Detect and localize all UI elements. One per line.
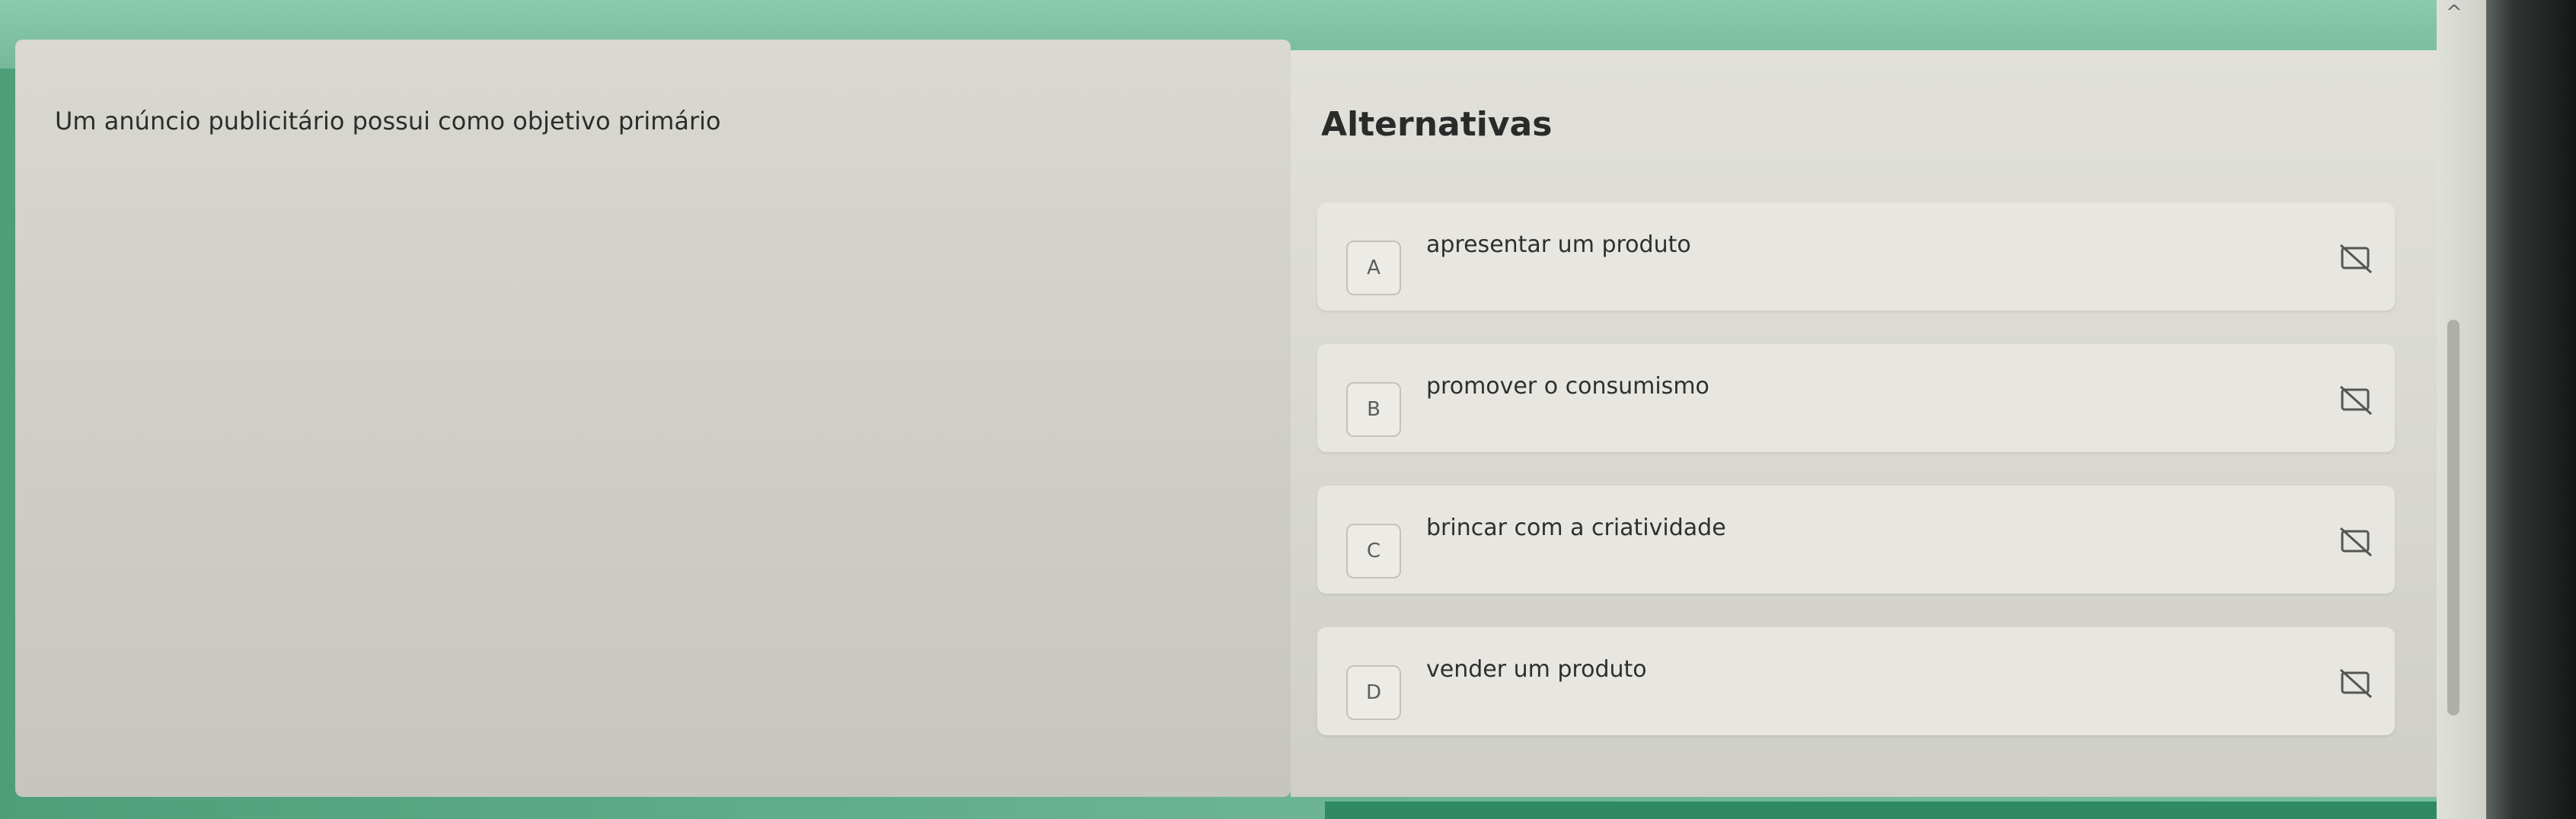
app-screen: Um anúncio publicitário possui como obje… xyxy=(0,0,2490,819)
option-c[interactable]: C brincar com a criatividade xyxy=(1317,486,2395,594)
chevron-up-icon[interactable]: ^ xyxy=(2446,2,2463,24)
option-text-a: apresentar um produto xyxy=(1426,231,1691,258)
eliminate-option-icon[interactable] xyxy=(2338,242,2376,276)
question-text: Um anúncio publicitário possui como obje… xyxy=(55,107,721,135)
eliminate-option-icon[interactable] xyxy=(2338,384,2376,417)
screen-bezel xyxy=(2486,0,2576,819)
question-panel: Um anúncio publicitário possui como obje… xyxy=(15,40,1291,797)
answers-title: Alternativas xyxy=(1321,105,1553,144)
eliminate-option-icon[interactable] xyxy=(2338,667,2376,700)
option-letter-b[interactable]: B xyxy=(1346,382,1401,437)
option-text-d: vender um produto xyxy=(1426,656,1647,683)
scrollbar[interactable]: ^ xyxy=(2437,0,2486,819)
option-b[interactable]: B promover o consumismo xyxy=(1317,344,2395,452)
eliminate-option-icon[interactable] xyxy=(2338,525,2376,559)
option-text-c: brincar com a criatividade xyxy=(1426,515,1726,541)
answers-panel: Alternativas A apresentar um produto B p… xyxy=(1291,50,2437,797)
option-text-b: promover o consumismo xyxy=(1426,373,1709,400)
option-letter-a[interactable]: A xyxy=(1346,241,1401,295)
option-a[interactable]: A apresentar um produto xyxy=(1317,202,2395,311)
bottom-strip xyxy=(1325,801,2437,819)
option-letter-d[interactable]: D xyxy=(1346,665,1401,720)
option-d[interactable]: D vender um produto xyxy=(1317,627,2395,735)
scrollbar-thumb[interactable] xyxy=(2447,320,2459,715)
option-letter-c[interactable]: C xyxy=(1346,524,1401,578)
